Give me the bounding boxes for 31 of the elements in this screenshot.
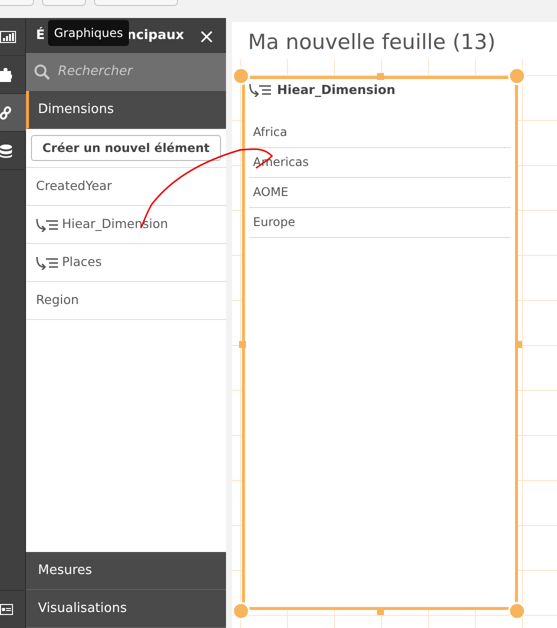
section-header[interactable]: Visualisations	[26, 590, 226, 628]
section-header[interactable]: Dimensions	[26, 91, 226, 129]
hierarchy-icon	[36, 218, 58, 232]
resize-handle[interactable]	[232, 67, 250, 85]
hierarchy-icon	[249, 83, 271, 98]
resize-handle[interactable]	[377, 608, 384, 615]
panel-title: ncipaux	[126, 26, 184, 45]
close-button[interactable]: ×	[197, 24, 216, 46]
panel-title: É	[36, 26, 45, 45]
resize-handle[interactable]	[508, 602, 526, 620]
list-value[interactable]: Africa	[249, 118, 511, 148]
object-title: Hiear_Dimension	[277, 81, 396, 99]
resize-handle[interactable]	[239, 341, 246, 348]
link-icon[interactable]	[0, 94, 26, 132]
list-value[interactable]: Europe	[249, 208, 511, 238]
tooltip: Graphiques	[48, 20, 129, 46]
list-item[interactable]: Places	[62, 253, 102, 272]
section-header[interactable]: Mesures	[26, 552, 226, 590]
resize-handle[interactable]	[377, 73, 384, 80]
create-button[interactable]: Créer un nouvel élément	[31, 135, 221, 161]
list-value[interactable]: AOME	[249, 178, 511, 208]
resize-handle[interactable]	[232, 602, 250, 620]
search-field[interactable]: Rechercher	[26, 53, 226, 91]
resize-handle[interactable]	[508, 67, 526, 85]
search-icon	[34, 64, 50, 80]
hierarchy-icon	[36, 256, 58, 270]
search-input[interactable]: Rechercher	[56, 61, 206, 83]
list-item[interactable]: CreatedYear	[36, 177, 112, 196]
sheet-title: Ma nouvelle feuille (13)	[232, 22, 557, 60]
list-item[interactable]: Region	[36, 291, 79, 310]
resize-handle[interactable]	[515, 341, 522, 348]
